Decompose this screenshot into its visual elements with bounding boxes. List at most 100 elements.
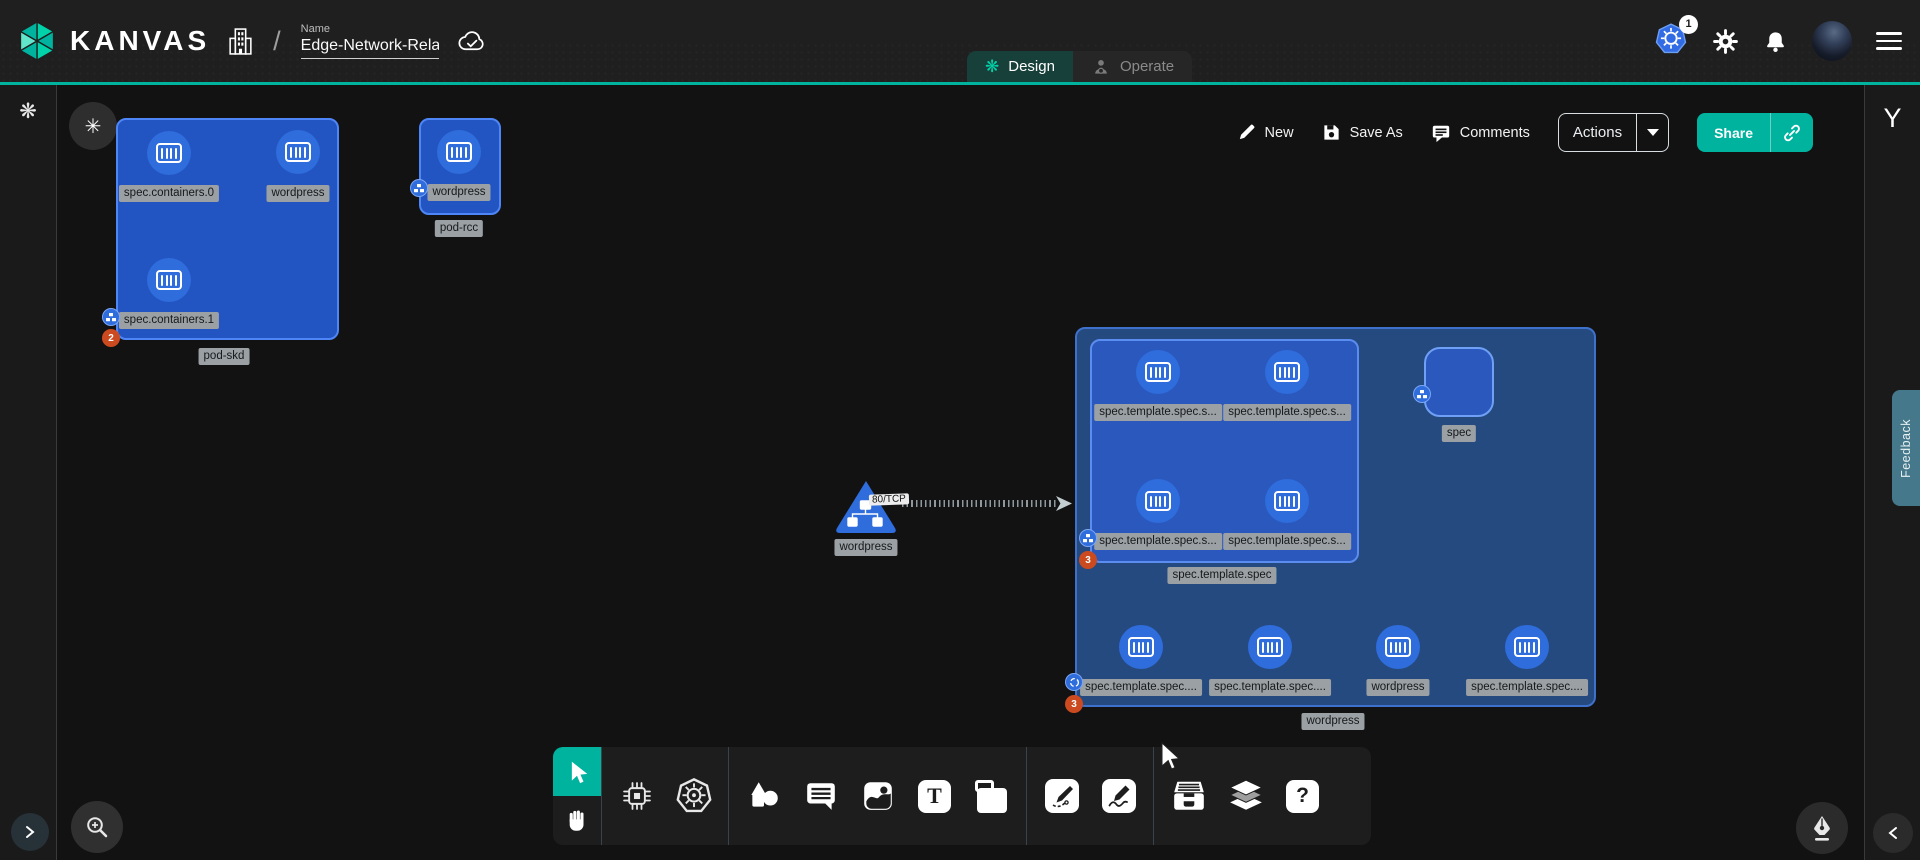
link-icon: [1782, 123, 1802, 143]
tool-comment[interactable]: [792, 747, 849, 845]
node-label: spec.template.spec....: [1466, 679, 1588, 696]
issue-count-badge[interactable]: 3: [1065, 695, 1083, 713]
tool-kubernetes[interactable]: [665, 747, 722, 845]
drawer-archive-icon: [1171, 779, 1207, 813]
shapes-icon: [746, 779, 782, 813]
pod-badge-icon[interactable]: [410, 179, 428, 197]
node-container[interactable]: [1265, 479, 1309, 523]
tool-component-library[interactable]: [608, 747, 665, 845]
comments-button[interactable]: Comments: [1431, 123, 1530, 143]
issue-count-badge[interactable]: 2: [102, 329, 120, 347]
text-tool-icon: T: [918, 780, 951, 813]
tool-text[interactable]: T: [906, 747, 963, 845]
menu-hamburger-icon[interactable]: [1876, 32, 1902, 50]
tab-operate[interactable]: Operate: [1073, 51, 1192, 82]
actions-dropdown-toggle[interactable]: [1636, 114, 1668, 151]
settings-gear-icon[interactable]: [1712, 28, 1739, 55]
comments-icon: [1431, 123, 1451, 143]
node-spec[interactable]: [1424, 347, 1494, 417]
operate-mode-icon: [1091, 57, 1111, 77]
design-canvas[interactable]: ✳ spec.containers.0 wordpress spec.conta…: [57, 85, 1864, 860]
breadcrumb-separator: /: [273, 26, 281, 57]
tab-design[interactable]: ❋ Design: [967, 51, 1073, 82]
context-count-badge: 1: [1679, 15, 1698, 34]
pod-badge-icon[interactable]: [1079, 529, 1097, 547]
feedback-tab[interactable]: Feedback: [1892, 390, 1920, 506]
node-container-wordpress[interactable]: [437, 130, 481, 174]
issue-count-badge[interactable]: 3: [1079, 551, 1097, 569]
comments-button-label: Comments: [1460, 125, 1530, 141]
kubernetes-context-switcher[interactable]: 1: [1654, 22, 1688, 61]
save-as-button[interactable]: Save As: [1322, 123, 1403, 142]
tool-image[interactable]: [849, 747, 906, 845]
expand-right-panel-button[interactable]: [1873, 813, 1913, 853]
layers-icon: [1227, 778, 1265, 814]
container-icon: [1385, 637, 1411, 657]
node-container[interactable]: [1505, 625, 1549, 669]
tool-pan[interactable]: [553, 796, 601, 845]
tool-pencil[interactable]: [1090, 747, 1147, 845]
edge-service-to-deployment[interactable]: [902, 500, 1058, 507]
container-icon: [446, 142, 472, 162]
edge-port-label[interactable]: 80/TCP: [869, 493, 909, 505]
node-container-spec-containers-1[interactable]: [147, 258, 191, 302]
cloud-saved-icon: [457, 29, 488, 54]
actions-split-button[interactable]: Actions: [1558, 113, 1669, 152]
canvas-config-button[interactable]: ✳: [69, 102, 117, 150]
organization-icon[interactable]: [228, 27, 253, 56]
container-icon: [1128, 637, 1154, 657]
brand-wordmark: KANVAS: [70, 25, 210, 57]
hand-pan-icon: [564, 808, 590, 834]
pencil-draw-icon: [1102, 779, 1136, 813]
node-container[interactable]: [1136, 479, 1180, 523]
ink-pen-button[interactable]: [1796, 802, 1848, 854]
new-button[interactable]: New: [1237, 123, 1294, 142]
user-avatar[interactable]: [1812, 21, 1852, 61]
node-label: wordpress: [266, 185, 329, 202]
new-button-label: New: [1265, 125, 1294, 141]
zoom-search-button[interactable]: [71, 801, 123, 853]
node-container[interactable]: [1119, 625, 1163, 669]
chip-icon: [619, 778, 655, 814]
node-label: spec.template.spec.s...: [1223, 533, 1351, 550]
container-icon: [156, 143, 182, 163]
node-container-wordpress[interactable]: [276, 130, 320, 174]
save-icon: [1322, 123, 1341, 142]
pencil-new-icon: [1237, 123, 1256, 142]
tab-operate-label: Operate: [1120, 58, 1174, 75]
design-name-input[interactable]: [301, 37, 439, 59]
copy-link-button[interactable]: [1770, 113, 1813, 152]
feedback-label: Feedback: [1899, 419, 1913, 478]
node-label: spec.template.spec....: [1209, 679, 1331, 696]
design-name-field: Name: [301, 23, 439, 59]
tool-shapes[interactable]: [735, 747, 792, 845]
kanvas-logo[interactable]: KANVAS: [16, 18, 210, 64]
node-container-spec-containers-0[interactable]: [147, 131, 191, 175]
node-container[interactable]: [1136, 350, 1180, 394]
group-spec-template-spec[interactable]: [1090, 339, 1359, 563]
group-label-pod-rcc: pod-rcc: [435, 220, 483, 237]
meshery-spinner-icon: ❋: [0, 99, 56, 124]
node-container[interactable]: [1265, 350, 1309, 394]
share-button-label: Share: [1697, 125, 1770, 141]
node-label: spec.template.spec.s...: [1223, 404, 1351, 421]
node-container[interactable]: [1248, 625, 1292, 669]
node-service-wordpress[interactable]: [832, 477, 900, 537]
deployment-badge-icon[interactable]: [1065, 673, 1083, 691]
tool-layers[interactable]: [1217, 747, 1274, 845]
tool-help[interactable]: ?: [1274, 747, 1331, 845]
pod-badge-icon[interactable]: [1413, 385, 1431, 403]
node-container[interactable]: [1376, 625, 1420, 669]
pod-badge-icon[interactable]: [102, 308, 120, 326]
tool-select[interactable]: [553, 747, 601, 796]
design-actionbar: New Save As Comments Actions: [1237, 113, 1813, 152]
container-icon: [1257, 637, 1283, 657]
tool-note[interactable]: [963, 747, 1020, 845]
cursor-select-icon: [565, 759, 589, 785]
expand-left-panel-button[interactable]: [11, 813, 49, 851]
tool-pen[interactable]: [1033, 747, 1090, 845]
share-split-button[interactable]: Share: [1697, 113, 1813, 152]
group-label-pod-skd: pod-skd: [199, 348, 250, 365]
notifications-bell-icon[interactable]: [1763, 29, 1788, 54]
service-label: wordpress: [834, 539, 897, 556]
